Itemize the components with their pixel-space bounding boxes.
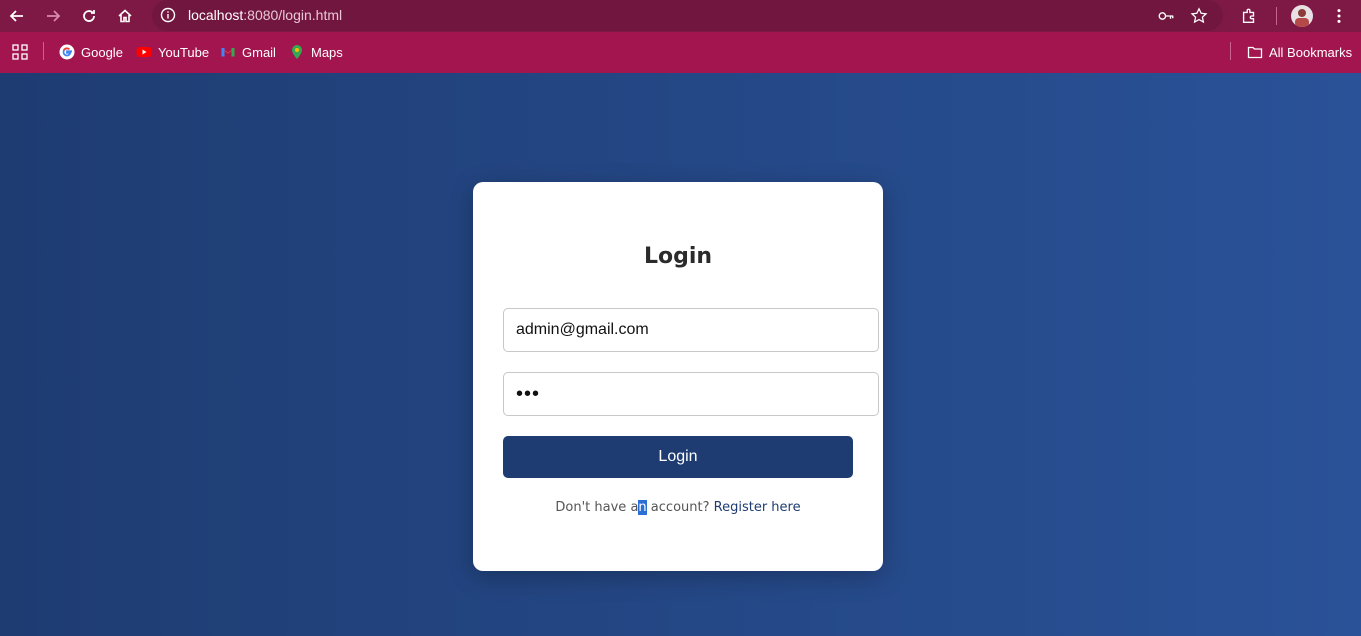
register-prompt: Don't have an account? Register here xyxy=(473,500,883,515)
bookmark-maps[interactable]: Maps xyxy=(289,42,343,62)
bookmark-google[interactable]: Google xyxy=(59,42,123,62)
bookmark-label: Gmail xyxy=(242,44,276,60)
register-text-part: Don't have a xyxy=(555,500,639,515)
arrow-right-icon xyxy=(47,10,61,22)
reload-button[interactable] xyxy=(76,3,102,29)
login-button[interactable]: Login xyxy=(503,436,853,478)
profile-avatar[interactable] xyxy=(1291,5,1313,27)
all-bookmarks-label: All Bookmarks xyxy=(1269,44,1353,60)
reload-icon xyxy=(83,10,95,22)
star-icon xyxy=(1190,7,1208,24)
bookmark-gmail[interactable]: Gmail xyxy=(220,42,276,62)
login-page: Login Login Don't have an account? Regis… xyxy=(0,73,1361,636)
avatar-icon xyxy=(1295,9,1309,27)
email-field[interactable] xyxy=(503,308,879,352)
bookmarks-divider xyxy=(1230,42,1231,60)
maps-icon xyxy=(289,44,305,60)
back-button[interactable] xyxy=(4,3,30,29)
bookmark-label: Maps xyxy=(311,44,343,60)
selected-text: n xyxy=(638,500,647,515)
bookmark-label: YouTube xyxy=(158,44,210,60)
extensions-button[interactable] xyxy=(1238,5,1260,27)
apps-button[interactable] xyxy=(12,42,28,62)
bookmark-label: Google xyxy=(81,44,123,60)
home-button[interactable] xyxy=(112,3,138,29)
puzzle-icon xyxy=(1242,8,1255,23)
folder-icon xyxy=(1247,44,1263,60)
url-text[interactable]: localhost:8080/login.html xyxy=(188,7,342,23)
bookmark-youtube[interactable]: YouTube xyxy=(136,42,209,62)
bookmarks-divider xyxy=(43,42,44,60)
home-icon xyxy=(118,9,132,23)
password-field[interactable] xyxy=(503,372,879,416)
password-key-button[interactable] xyxy=(1156,6,1176,26)
browser-chrome: localhost:8080/login.html Google YouTube… xyxy=(0,0,1361,73)
register-link[interactable]: Register here xyxy=(714,500,801,515)
all-bookmarks-button[interactable]: All Bookmarks xyxy=(1247,42,1352,62)
browser-menu-button[interactable] xyxy=(1328,5,1350,27)
bookmark-star-button[interactable] xyxy=(1189,6,1209,26)
address-bar[interactable]: localhost:8080/login.html xyxy=(152,0,1223,31)
gmail-icon xyxy=(220,44,236,60)
arrow-left-icon xyxy=(9,10,23,22)
key-icon xyxy=(1158,12,1174,20)
forward-button[interactable] xyxy=(40,3,66,29)
toolbar-divider xyxy=(1276,7,1277,25)
bookmarks-bar: Google YouTube Gmail Maps All Bookmarks xyxy=(0,37,1361,67)
url-host: localhost xyxy=(188,7,244,23)
url-path: :8080/login.html xyxy=(243,7,343,23)
info-icon[interactable] xyxy=(160,7,176,23)
register-text-part: account? xyxy=(646,500,714,515)
kebab-menu-icon xyxy=(1337,9,1341,23)
youtube-icon xyxy=(136,44,152,60)
login-title: Login xyxy=(643,244,713,269)
apps-grid-icon xyxy=(12,44,28,60)
browser-toolbar: localhost:8080/login.html xyxy=(0,0,1361,32)
google-icon xyxy=(59,44,75,60)
login-card: Login Login Don't have an account? Regis… xyxy=(473,182,883,571)
